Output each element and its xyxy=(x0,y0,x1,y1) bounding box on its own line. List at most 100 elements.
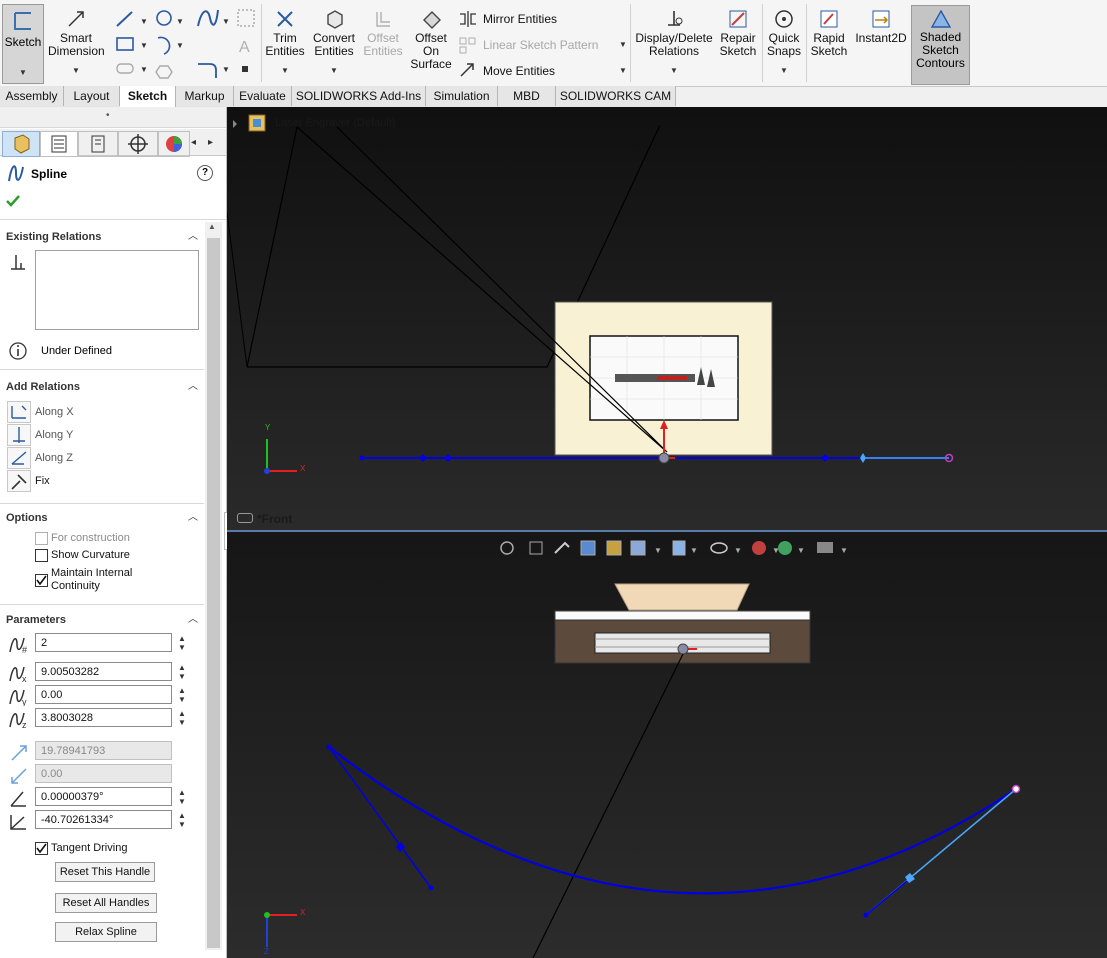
trim-entities-button[interactable]: Trim Entities ▼ xyxy=(264,8,306,77)
tab-solidworks-cam[interactable]: SOLIDWORKS CAM xyxy=(556,86,676,106)
point-x-field[interactable]: 9.00503282 xyxy=(35,662,172,681)
shaded-contour-icon xyxy=(930,9,952,28)
tangent-radial-direction-field[interactable]: 0.00000379° xyxy=(35,787,172,806)
dimxpert-tab[interactable] xyxy=(118,131,158,157)
fillet-icon xyxy=(198,63,217,78)
spline-point-number-field[interactable]: 2 xyxy=(35,633,172,652)
point-z-field[interactable]: 3.8003028 xyxy=(35,708,172,727)
ok-checkmark-icon[interactable] xyxy=(5,193,21,209)
graphics-area[interactable]: ▼ ▼ ▼ ▼ ▼ ▼ Laser Engraver (Default) Y X… xyxy=(227,107,1107,958)
tab-simulation[interactable]: Simulation xyxy=(426,86,498,106)
collapse-chevron-icon[interactable]: ︿ xyxy=(188,227,198,242)
for-construction-checkbox[interactable] xyxy=(35,532,48,545)
linear-sketch-pattern-button[interactable]: Linear Sketch Pattern xyxy=(483,38,598,52)
svg-text:x: x xyxy=(22,674,27,683)
feature-manager-tab[interactable] xyxy=(2,131,40,157)
offset-on-surface-button[interactable]: Offset On Surface xyxy=(408,8,454,71)
spin-stepper-icon[interactable]: ▲ ▼ xyxy=(178,663,186,681)
configuration-manager-tab[interactable] xyxy=(78,131,118,157)
relation-along-y[interactable]: Along Y xyxy=(35,429,73,441)
axis-z-label: Z xyxy=(264,947,269,956)
panel-scrollbar[interactable]: ▲ xyxy=(205,222,222,950)
scrollbar-thumb[interactable] xyxy=(207,238,220,948)
chevron-down-icon: ▼ xyxy=(619,40,627,49)
existing-relations-header[interactable]: Existing Relations xyxy=(6,231,101,243)
sketch-icon xyxy=(14,12,31,30)
collapse-chevron-icon[interactable]: ︿ xyxy=(188,377,198,392)
mirror-entities-button[interactable]: Mirror Entities xyxy=(483,12,557,26)
trim-label-1: Trim xyxy=(273,31,297,45)
dot-icon: • xyxy=(106,110,110,121)
quick-snaps-button[interactable]: Quick Snaps ▼ xyxy=(764,8,804,77)
viewport-link-icon[interactable] xyxy=(237,513,253,523)
spin-stepper-icon[interactable]: ▲ ▼ xyxy=(178,686,186,704)
quick-snaps-label-2: Snaps xyxy=(766,44,802,58)
tab-mbd[interactable]: MBD xyxy=(498,86,556,106)
tab-layout[interactable]: Layout xyxy=(64,86,120,106)
repair-sketch-button[interactable]: Repair Sketch xyxy=(716,8,760,58)
add-relations-header[interactable]: Add Relations xyxy=(6,381,80,393)
relax-spline-button[interactable]: Relax Spline xyxy=(55,922,157,942)
instant2d-button[interactable]: Instant2D xyxy=(853,8,909,45)
show-curvature-checkbox[interactable] xyxy=(35,549,48,562)
display-manager-tab[interactable] xyxy=(158,131,190,157)
help-icon[interactable]: ? xyxy=(197,165,213,181)
collapse-chevron-icon[interactable]: ︿ xyxy=(188,610,198,625)
fix-icon[interactable] xyxy=(7,470,31,492)
tangent-driving-checkbox[interactable] xyxy=(35,842,48,855)
spin-stepper-icon[interactable]: ▲ ▼ xyxy=(178,634,186,652)
move-entities-button[interactable]: Move Entities xyxy=(483,64,555,78)
tangent-weighting-field[interactable]: 19.78941793 xyxy=(35,741,172,760)
tangent-weighting-2-field[interactable]: 0.00 xyxy=(35,764,172,783)
command-manager-ribbon: Sketch ▼ Smart Dimension ▼ ▼ ▼ ▼ ▼ ▼ ▼ ▼… xyxy=(0,0,1107,87)
panel-tab-scroll-left[interactable]: ◂ xyxy=(191,137,196,148)
panel-tab-scroll-right[interactable]: ▸ xyxy=(208,137,213,148)
convert-entities-button[interactable]: Convert Entities ▼ xyxy=(310,8,358,77)
tab-evaluate[interactable]: Evaluate xyxy=(234,86,292,106)
tab-assembly[interactable]: Assembly xyxy=(0,86,64,106)
options-header[interactable]: Options xyxy=(6,512,48,524)
offset-entities-button[interactable]: Offset Entities xyxy=(361,8,405,58)
rapid-sketch-button[interactable]: Rapid Sketch xyxy=(808,8,850,58)
sketch-label: Sketch xyxy=(4,35,42,49)
point-y-field[interactable]: 0.00 xyxy=(35,685,172,704)
relation-along-z[interactable]: Along Z xyxy=(35,452,73,464)
relation-along-x[interactable]: Along X xyxy=(35,406,74,418)
top-block xyxy=(614,583,750,611)
display-delete-relations-button[interactable]: Display/Delete Relations ▼ xyxy=(634,8,714,77)
tangent-polar-direction-field[interactable]: -40.70261334° xyxy=(35,810,172,829)
display-delete-label-1: Display/Delete xyxy=(635,31,713,45)
along-y-icon[interactable] xyxy=(7,424,31,446)
sketch-tools-column[interactable]: A xyxy=(236,8,256,80)
reset-this-handle-button[interactable]: Reset This Handle xyxy=(55,862,155,882)
collapse-chevron-icon[interactable]: ︿ xyxy=(188,508,198,523)
tab-sketch[interactable]: Sketch xyxy=(120,86,176,107)
spin-stepper-icon[interactable]: ▲ ▼ xyxy=(178,709,186,727)
sketch-tools-grid[interactable]: ▼ ▼ ▼ ▼ ▼ ▼ ▼ xyxy=(114,8,234,80)
tab-solidworks-add-ins[interactable]: SOLIDWORKS Add-Ins xyxy=(292,86,426,106)
svg-text:▼: ▼ xyxy=(222,65,230,74)
feature-tree-root[interactable]: Laser Engraver (Default) xyxy=(275,117,395,129)
panel-collapse-bar[interactable]: • xyxy=(0,107,226,128)
parameters-header[interactable]: Parameters xyxy=(6,614,66,626)
svg-text:▼: ▼ xyxy=(734,546,742,555)
offset-surface-icon xyxy=(423,11,441,29)
tab-markup[interactable]: Markup xyxy=(176,86,234,106)
scroll-up-icon[interactable]: ▲ xyxy=(208,222,216,231)
svg-text:▼: ▼ xyxy=(176,41,184,50)
graphics-canvas[interactable]: ▼ ▼ ▼ ▼ ▼ ▼ xyxy=(227,107,1107,958)
spin-stepper-icon[interactable]: ▲ ▼ xyxy=(178,811,186,829)
spin-stepper-icon[interactable]: ▲ ▼ xyxy=(178,788,186,806)
svg-text:▼: ▼ xyxy=(690,546,698,555)
reset-all-handles-button[interactable]: Reset All Handles xyxy=(55,893,157,913)
smart-dimension-button[interactable]: Smart Dimension ▼ xyxy=(48,8,105,77)
along-x-icon[interactable] xyxy=(7,401,31,423)
property-manager-tab[interactable] xyxy=(40,131,78,157)
maintain-continuity-checkbox[interactable] xyxy=(35,574,48,587)
offset-surface-label-3: Surface xyxy=(410,57,452,71)
existing-relations-list[interactable] xyxy=(35,250,199,330)
shaded-sketch-contours-button[interactable]: Shaded Sketch Contours xyxy=(911,5,970,85)
along-z-icon[interactable] xyxy=(7,447,31,469)
relation-fix[interactable]: Fix xyxy=(35,475,50,487)
sketch-button[interactable]: Sketch ▼ xyxy=(2,4,44,84)
